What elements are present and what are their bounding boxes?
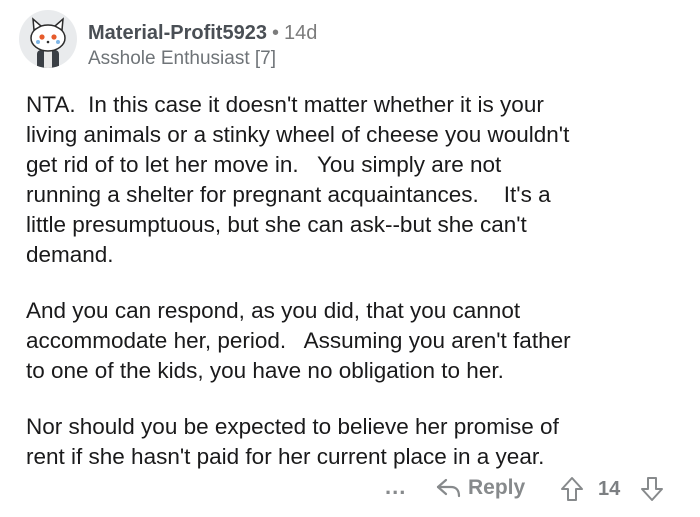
username[interactable]: Material-Profit5923: [88, 22, 267, 44]
upvote-arrow-icon: [561, 477, 583, 501]
comment-body: NTA. In this case it doesn't matter whet…: [26, 90, 686, 498]
avatar[interactable]: [19, 10, 77, 68]
downvote-arrow-icon: [641, 477, 663, 501]
more-options-button[interactable]: ...: [385, 474, 406, 500]
vote-score: 14: [598, 478, 621, 500]
snoo-avatar-icon: [30, 17, 66, 68]
comment-header: Material-Profit5923 • 14d Asshole Enthusia…: [0, 0, 700, 80]
user-flair: Asshole Enthusiast [7]: [88, 48, 276, 69]
upvote-button[interactable]: [560, 476, 584, 507]
comment-paragraph: NTA. In this case it doesn't matter whet…: [26, 92, 570, 267]
comment-actions: ... Reply 14: [0, 470, 700, 510]
comment-meta: Material-Profit5923 • 14d: [88, 22, 317, 45]
meta-separator: •: [271, 22, 279, 44]
comment-age[interactable]: 14d: [284, 22, 317, 44]
reply-button[interactable]: Reply: [436, 472, 525, 504]
reply-arrow-icon: [436, 478, 461, 498]
downvote-button[interactable]: [640, 476, 664, 507]
comment-paragraph: And you can respond, as you did, that yo…: [26, 298, 571, 383]
reply-label: Reply: [468, 476, 526, 499]
comment-paragraph: Nor should you be expected to believe he…: [26, 414, 559, 469]
